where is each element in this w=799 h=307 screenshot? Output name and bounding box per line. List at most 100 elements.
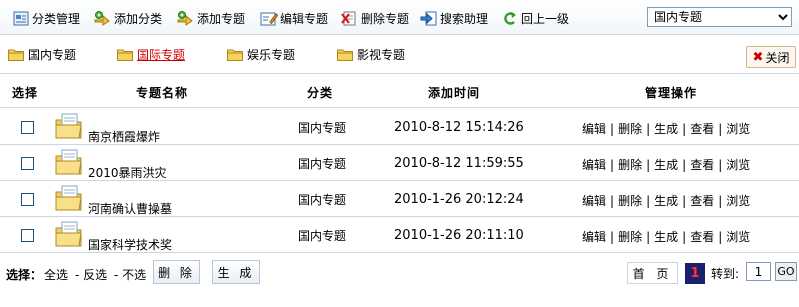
topic-time: 2010-8-12 15:14:26 [394,120,524,135]
generate-link[interactable]: 生成 [654,122,678,136]
topic-name[interactable]: 河南确认曹操墓 [88,200,172,217]
first-page-button[interactable]: 首 页 [627,262,678,284]
current-page-indicator[interactable]: 1 [685,263,705,284]
tab-label: 娱乐专题 [247,47,296,62]
edit-link[interactable]: 编辑 [582,194,606,208]
topic-tabs: 国内专题 国际专题 娱乐专题 影视专题 [0,36,799,74]
back-up-icon [501,10,519,26]
select-all-link[interactable]: 全选 [44,266,68,283]
delete-button[interactable]: 删 除 [153,260,200,284]
tab-entertainment[interactable]: 娱乐专题 [227,46,295,62]
topic-time: 2010-8-12 11:59:55 [394,156,524,171]
header-time: 添加时间 [428,86,481,100]
delete-link[interactable]: 删除 [618,230,642,244]
tab-label: 国际专题 [137,47,186,62]
table-header: 选择 专题名称 分类 添加时间 管理操作 [0,74,799,108]
view-link[interactable]: 查看 [690,158,714,172]
topic-folder-icon [55,185,82,211]
add-category-label: 添加分类 [114,11,163,26]
topic-name[interactable]: 国家科学技术奖 [88,236,172,253]
select-none-link[interactable]: - 不选 [114,266,146,283]
browse-link[interactable]: 浏览 [726,230,750,244]
topic-category: 国内专题 [298,121,347,135]
category-manage-button[interactable]: 分类管理 [12,9,80,27]
category-select[interactable]: 国内专题 [647,7,792,27]
search-assistant-label: 搜索助理 [440,11,489,26]
edit-link[interactable]: 编辑 [582,158,606,172]
topic-folder-icon [55,149,82,175]
edit-link[interactable]: 编辑 [582,122,606,136]
search-assistant-icon [420,10,438,26]
generate-button[interactable]: 生 成 [212,260,260,284]
row-actions: 编辑 | 删除 | 生成 | 查看 | 浏览 [582,230,751,244]
close-button[interactable]: ✖ 关闭 [746,46,796,68]
first-page-label: 首 页 [632,266,673,281]
topic-category: 国内专题 [298,193,347,207]
topic-category: 国内专题 [298,229,347,243]
row-checkbox[interactable] [21,157,34,170]
topic-folder-icon [55,221,82,247]
delete-topic-button[interactable]: 删除专题 [341,9,409,27]
add-category-icon [94,10,112,26]
back-up-button[interactable]: 回上一级 [501,9,569,27]
tab-label: 影视专题 [357,47,406,62]
table-footer: 选择： 全选 - 反选 - 不选 删 除 生 成 首 页 1 转到: GO [0,258,799,288]
topic-category: 国内专题 [298,157,347,171]
row-checkbox[interactable] [21,193,34,206]
delete-link[interactable]: 删除 [618,194,642,208]
goto-label: 转到: [711,267,740,281]
browse-link[interactable]: 浏览 [726,158,750,172]
generate-link[interactable]: 生成 [654,230,678,244]
folder-icon [227,49,243,61]
topic-time: 2010-1-26 20:12:24 [394,192,524,207]
go-button[interactable]: GO [775,262,797,281]
row-actions: 编辑 | 删除 | 生成 | 查看 | 浏览 [582,194,751,208]
tab-domestic[interactable]: 国内专题 [8,46,76,62]
add-category-button[interactable]: 添加分类 [94,9,162,27]
table-row: 南京栖霞爆炸 国内专题 2010-8-12 15:14:26 编辑 | 删除 | 生成 |… [0,109,799,145]
header-name: 专题名称 [136,86,189,100]
tab-film[interactable]: 影视专题 [337,46,405,62]
table-row: 国家科学技术奖 国内专题 2010-1-26 20:11:10 编辑 | 删除 | 生成… [0,217,799,253]
folder-icon [8,49,24,61]
view-link[interactable]: 查看 [690,122,714,136]
toolbar: 分类管理 添加分类 添加专题 编辑专题 删除专题 搜索助理 回上一级 国内专题 [0,0,799,35]
row-checkbox[interactable] [21,229,34,242]
search-assistant-button[interactable]: 搜索助理 [420,9,488,27]
invert-selection-link[interactable]: - 反选 [75,266,107,283]
current-page-number: 1 [690,266,700,281]
edit-topic-button[interactable]: 编辑专题 [260,9,328,27]
delete-link[interactable]: 删除 [618,122,642,136]
header-category: 分类 [307,86,334,100]
generate-link[interactable]: 生成 [654,158,678,172]
view-link[interactable]: 查看 [690,230,714,244]
select-label: 选择： [6,268,43,282]
edit-topic-icon [260,10,278,26]
folder-icon [337,49,353,61]
row-checkbox[interactable] [21,121,34,134]
generate-link[interactable]: 生成 [654,194,678,208]
edit-link[interactable]: 编辑 [582,230,606,244]
topic-folder-icon [55,113,82,139]
close-icon: ✖ [752,49,764,65]
close-label: 关闭 [765,50,790,65]
topic-name[interactable]: 南京栖霞爆炸 [88,128,160,145]
browse-link[interactable]: 浏览 [726,194,750,208]
view-link[interactable]: 查看 [690,194,714,208]
goto-page-input[interactable] [746,262,771,281]
add-topic-label: 添加专题 [197,11,246,26]
add-topic-icon [177,10,195,26]
header-ops: 管理操作 [645,86,698,100]
delete-link[interactable]: 删除 [618,158,642,172]
row-actions: 编辑 | 删除 | 生成 | 查看 | 浏览 [582,158,751,172]
row-actions: 编辑 | 删除 | 生成 | 查看 | 浏览 [582,122,751,136]
delete-topic-label: 删除专题 [361,11,410,26]
tab-label: 国内专题 [28,47,77,62]
topic-name[interactable]: 2010暴雨洪灾 [88,164,167,181]
table-row: 2010暴雨洪灾 国内专题 2010-8-12 11:59:55 编辑 | 删除 | 生… [0,145,799,181]
category-manage-icon [12,10,30,26]
delete-topic-icon [341,10,359,26]
add-topic-button[interactable]: 添加专题 [177,9,245,27]
browse-link[interactable]: 浏览 [726,122,750,136]
tab-international[interactable]: 国际专题 [117,46,185,62]
